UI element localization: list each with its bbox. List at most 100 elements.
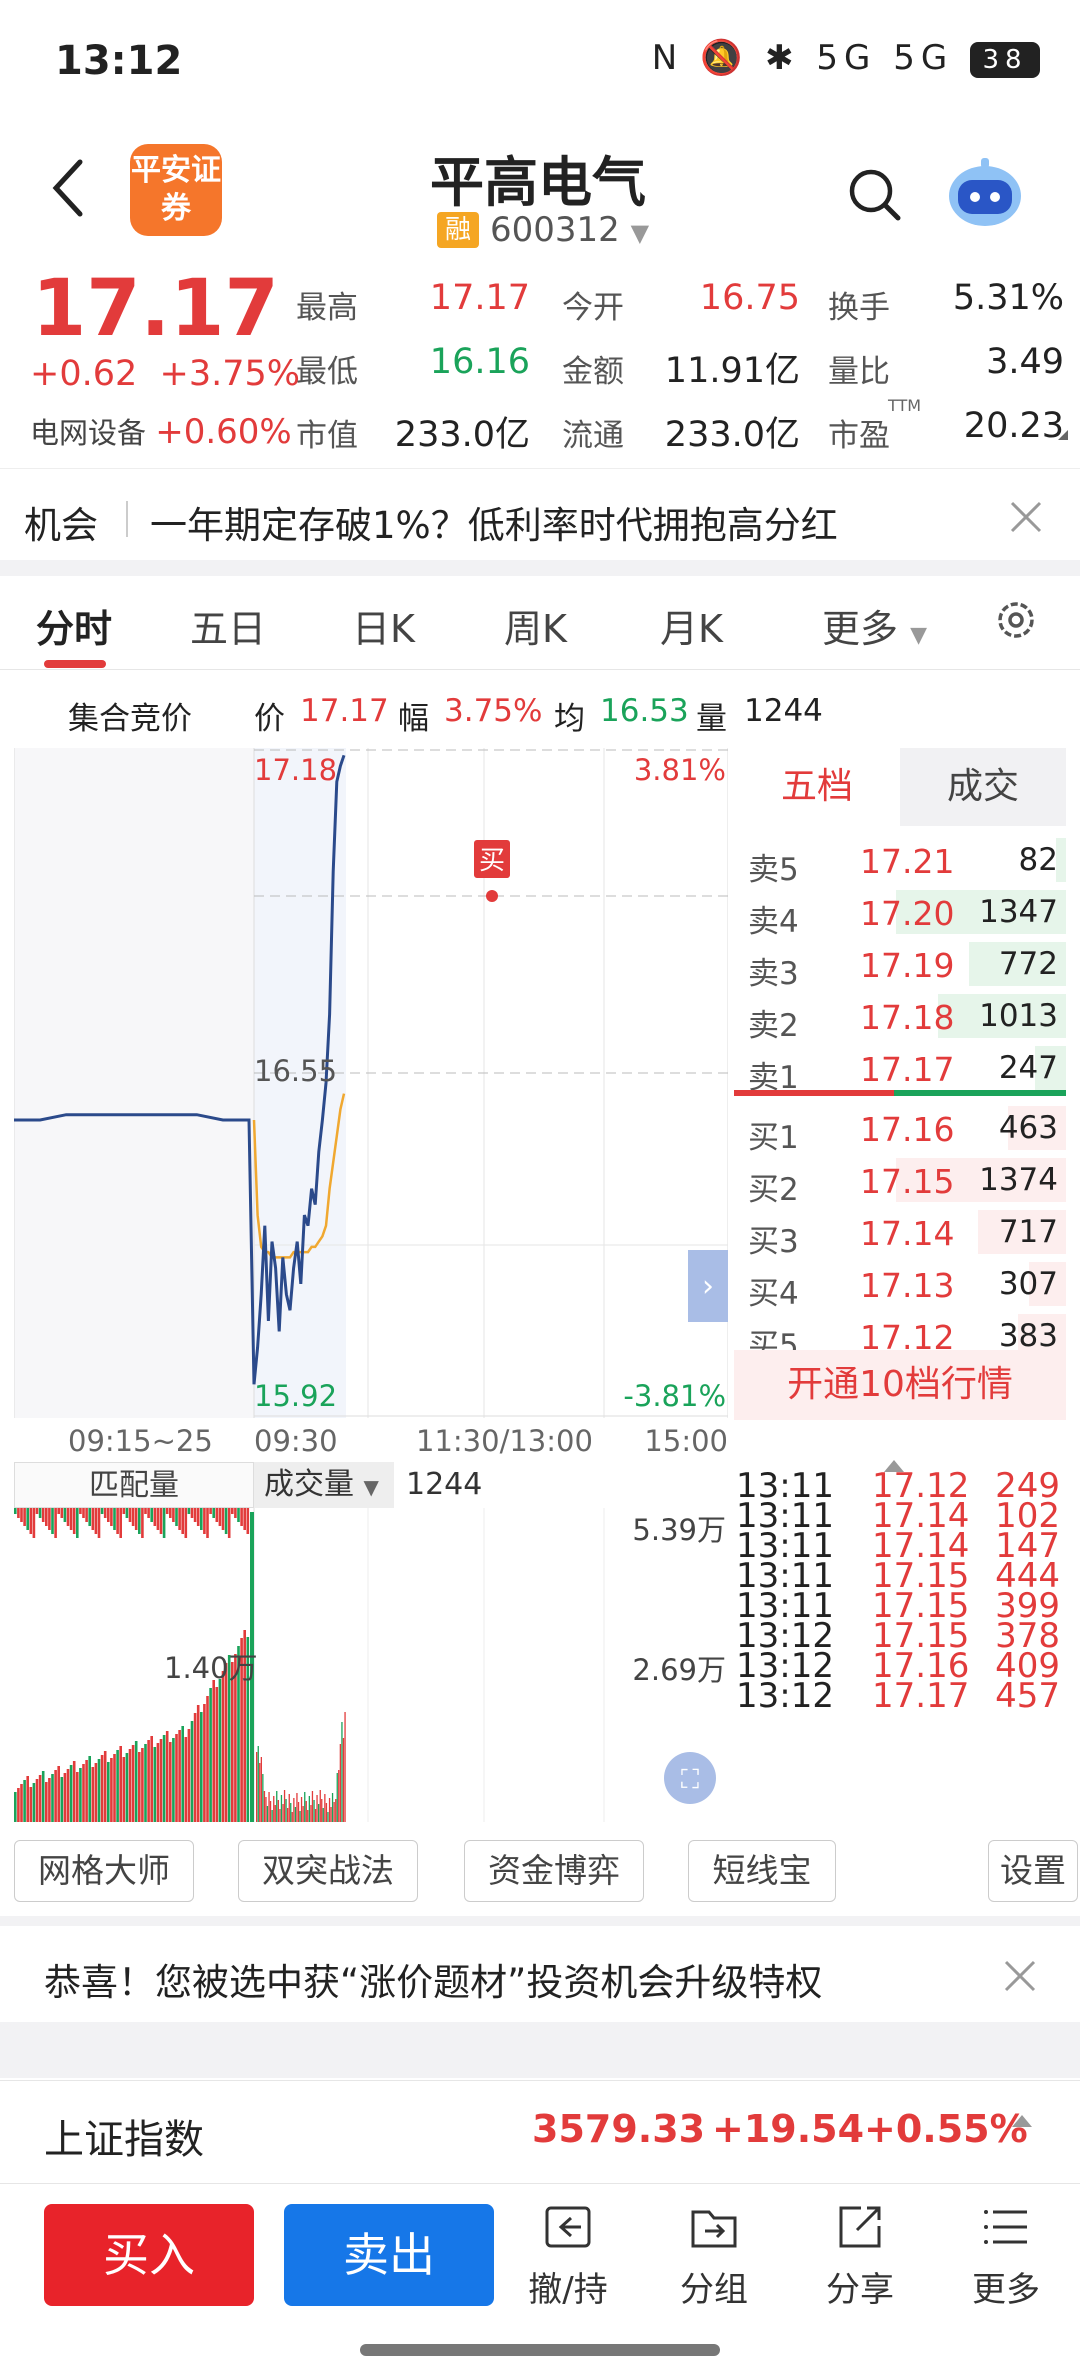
level-volume: 307: [998, 1266, 1058, 1302]
short-line-button[interactable]: 短线宝: [688, 1840, 836, 1902]
tab-more[interactable]: 更多 ▼: [822, 598, 927, 653]
more-button[interactable]: 更多: [946, 2200, 1066, 2320]
broker-logo[interactable]: 平安证券: [130, 144, 222, 236]
opportunity-tag: 机会: [24, 504, 98, 547]
session-volume-bar: [259, 1763, 261, 1822]
session-volume-bar: [331, 1793, 334, 1822]
level-volume: 772: [998, 946, 1058, 982]
auction-volume-bar: [103, 1751, 107, 1822]
tab-weekly-k[interactable]: 周K: [504, 598, 567, 653]
bid-row[interactable]: 买3 17.14 717: [734, 1206, 1066, 1260]
session-volume-bar: [293, 1798, 295, 1822]
promo-banner[interactable]: 恭喜！您被选中获“涨价题材”投资机会升级特权: [0, 1930, 1080, 2020]
ask-row[interactable]: 卖4 17.20 1347: [734, 886, 1066, 940]
tab-five-levels[interactable]: 五档: [734, 748, 900, 826]
stat-label-high: 最高: [296, 290, 358, 326]
level-volume: 247: [998, 1050, 1058, 1086]
tab-monthly-k[interactable]: 月K: [660, 598, 723, 653]
settings-gear-icon[interactable]: [994, 598, 1038, 642]
level-volume: 1374: [979, 1162, 1058, 1198]
share-button[interactable]: 分享: [800, 2200, 920, 2320]
intraday-price-chart[interactable]: 买 17.18 16.55 15.92 3.81% -3.81% ›: [14, 748, 728, 1418]
tab-daily-k[interactable]: 日K: [352, 598, 415, 653]
sector-link[interactable]: 电网设备 +0.60%: [30, 410, 292, 452]
bid-row[interactable]: 买1 17.16 463: [734, 1102, 1066, 1156]
search-icon[interactable]: [846, 166, 902, 222]
assistant-robot-icon[interactable]: [944, 156, 1026, 230]
tool-settings-button[interactable]: 设置: [988, 1840, 1078, 1902]
stat-value-volume-ratio: 3.49: [986, 342, 1064, 382]
stock-code-dropdown[interactable]: 600312 ▼: [490, 210, 649, 250]
x-tick-auction: 09:15~25: [68, 1424, 213, 1458]
back-icon[interactable]: [50, 158, 86, 218]
expand-up-icon[interactable]: [1012, 2115, 1032, 2127]
bid-row[interactable]: 买2 17.15 1374: [734, 1154, 1066, 1208]
cancel-hold-button[interactable]: 撤/持: [508, 2200, 628, 2320]
auction-volume-bar: [54, 1770, 57, 1822]
auction-volume-bar: [175, 1734, 178, 1822]
group-button[interactable]: 分组: [654, 2200, 774, 2320]
auction-match-bar: [69, 1508, 73, 1530]
level-price: 17.16: [860, 1110, 955, 1149]
auction-title: 集合竞价: [68, 701, 192, 737]
ask-row[interactable]: 卖5 17.21 82: [734, 834, 1066, 888]
session-volume-bar: [273, 1796, 275, 1822]
level-label: 买3: [748, 1224, 799, 1260]
session-volume-bar: [307, 1810, 309, 1822]
order-book: 五档 成交 卖5 17.21 82 卖4 17.20 1347 卖3 17.19 772 卖2 17…: [734, 748, 1066, 1420]
auction-volume-bar: [156, 1743, 160, 1822]
index-ticker-bar[interactable]: 上证指数 3579.33 +19.54 +0.55%: [0, 2080, 1080, 2184]
intraday-info-row: 集合竞价 价 17.17 幅 3.75% 均 16.53 量 1244: [0, 685, 1080, 741]
session-volume-bar: [318, 1804, 320, 1822]
auction-match-bar: [100, 1508, 104, 1514]
auction-volume-bar: [91, 1767, 95, 1822]
ask-row[interactable]: 卖1 17.17 247: [734, 1042, 1066, 1096]
session-volume-bar: [283, 1790, 286, 1822]
auction-match-bar: [116, 1508, 119, 1534]
auction-match-bar: [187, 1508, 191, 1514]
volume-current: 1244: [406, 1467, 483, 1502]
trade-price: 17.17: [872, 1676, 970, 1716]
auction-match-bar: [23, 1508, 26, 1526]
status-bar: 13:12 N 🔕 ✱ 5G 5G 38: [0, 0, 1080, 130]
stat-value-pe: 20.23: [963, 406, 1064, 446]
ask-row[interactable]: 卖3 17.19 772: [734, 938, 1066, 992]
opportunity-banner[interactable]: 机会 一年期定存破1%？低利率时代拥抱高分红: [0, 468, 1080, 568]
expand-corner-icon[interactable]: [1058, 430, 1068, 440]
volume-chart[interactable]: 5.39万 2.69万 1.40万 ⛶: [14, 1508, 728, 1822]
bid-row[interactable]: 买4 17.13 307: [734, 1258, 1066, 1312]
auction-match-bar: [162, 1508, 166, 1538]
auction-volume-bar: [150, 1736, 153, 1822]
ask-row[interactable]: 卖2 17.18 1013: [734, 990, 1066, 1044]
session-volume-bar: [314, 1809, 317, 1822]
session-volume-bar: [330, 1807, 332, 1822]
index-pct: +0.55%: [864, 2107, 1028, 2151]
capital-game-button[interactable]: 资金博弈: [464, 1840, 644, 1902]
session-volume-bar: [324, 1794, 326, 1822]
auction-match-bar: [35, 1508, 39, 1514]
tab-intraday[interactable]: 分时: [36, 598, 112, 653]
session-volume-bar: [257, 1746, 259, 1822]
session-volume-bar: [290, 1803, 292, 1822]
change-pct: +3.75%: [159, 354, 301, 394]
auction-match-bar: [63, 1508, 67, 1522]
home-indicator[interactable]: [360, 2344, 720, 2356]
session-volume-bar: [336, 1773, 338, 1822]
volume-indicator-select[interactable]: 成交量 ▼: [254, 1462, 394, 1508]
sell-button[interactable]: 卖出: [284, 2204, 494, 2306]
grid-master-button[interactable]: 网格大师: [14, 1840, 194, 1902]
auction-volume-bar: [38, 1775, 42, 1822]
buy-button[interactable]: 买入: [44, 2204, 254, 2306]
trade-list[interactable]: 13:11 17.12 249 13:11 17.14 102 13:11 17.14 147 1…: [734, 1460, 1066, 1820]
upgrade-level-10-button[interactable]: 开通10档行情: [734, 1350, 1066, 1420]
session-volume-bar: [260, 1757, 262, 1822]
info-amp: 3.75%: [444, 693, 543, 729]
auction-match-bar: [82, 1508, 85, 1518]
close-icon[interactable]: [1006, 497, 1046, 537]
close-icon[interactable]: [1000, 1956, 1040, 1996]
double-breakout-button[interactable]: 双突战法: [238, 1840, 418, 1902]
tab-trades[interactable]: 成交: [900, 748, 1066, 826]
level-volume: 82: [1018, 842, 1058, 878]
auction-volume-bar: [82, 1764, 85, 1822]
tab-five-day[interactable]: 五日: [190, 598, 266, 653]
